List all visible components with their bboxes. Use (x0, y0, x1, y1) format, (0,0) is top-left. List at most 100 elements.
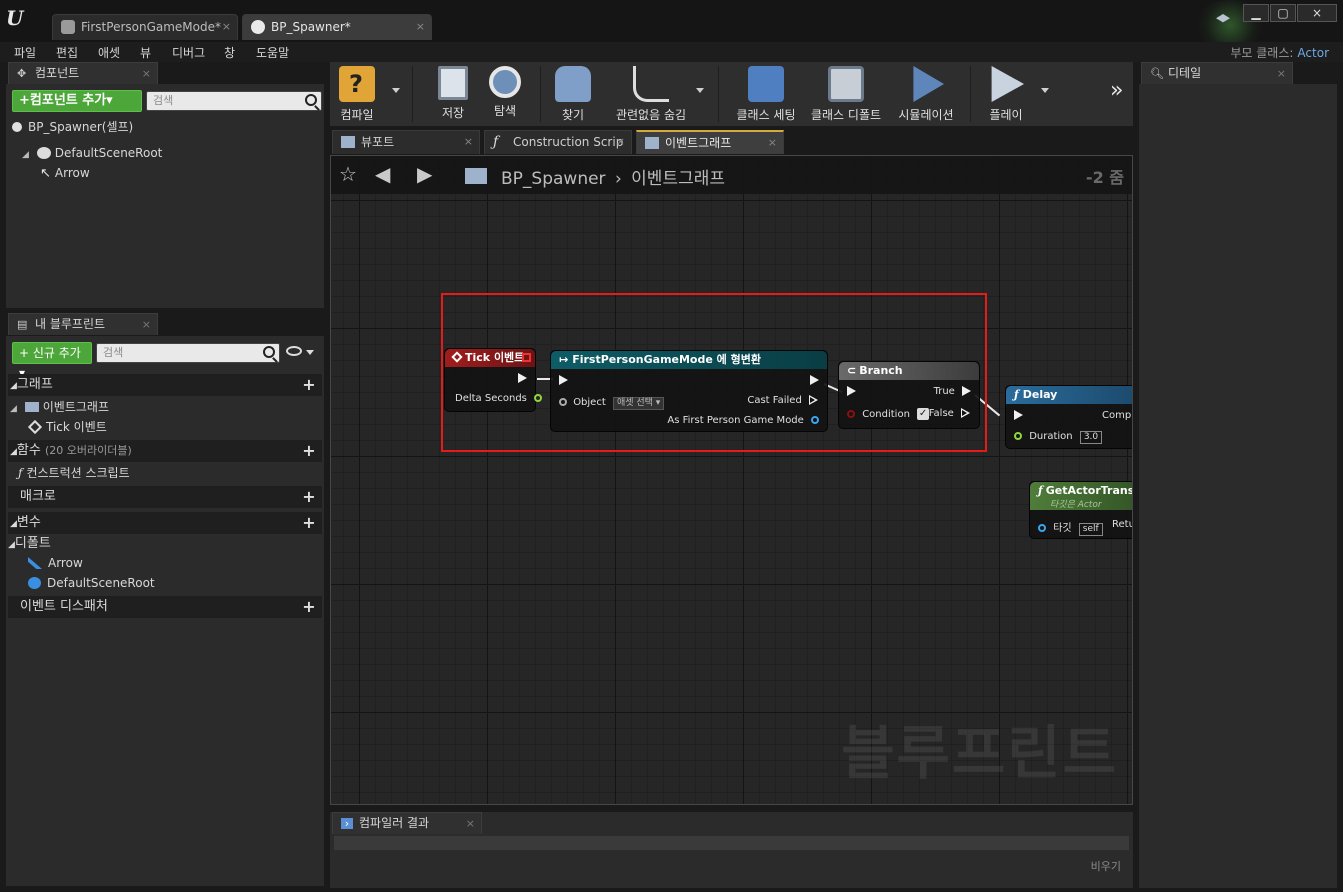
blueprint-search-input[interactable]: 검색 (96, 343, 280, 363)
component-self-item[interactable]: BP_Spawner(셀프) (12, 118, 133, 136)
add-variable-button[interactable]: + (302, 515, 316, 531)
play-options-chevron-icon[interactable] (1041, 88, 1049, 93)
menu-file[interactable]: 파일 (14, 44, 36, 61)
add-event-dispatcher-button[interactable]: + (302, 599, 316, 615)
collapse-arrow-icon: ◢ (10, 447, 17, 457)
variable-category-defaults[interactable]: ◢디폴트 (8, 535, 51, 553)
add-macro-button[interactable]: + (302, 489, 316, 505)
search-placeholder: 검색 (103, 346, 124, 359)
maximize-button[interactable]: ▢ (1270, 4, 1296, 22)
add-function-button[interactable]: + (302, 443, 316, 459)
section-macros[interactable]: 매크로 + (8, 486, 322, 508)
document-tab-bp-spawner[interactable]: BP_Spawner* × (242, 14, 432, 40)
book-icon: ▤ (17, 318, 28, 331)
node-delay[interactable]: ƒDelay Comple Duration 3.0 (1005, 385, 1132, 449)
close-tab-icon[interactable]: × (616, 131, 625, 153)
close-window-button[interactable]: × (1297, 4, 1337, 22)
menu-edit[interactable]: 편집 (56, 44, 78, 61)
close-tab-icon[interactable]: × (142, 63, 151, 84)
function-icon: ƒ (1038, 484, 1043, 497)
menu-window[interactable]: 창 (224, 44, 235, 61)
add-component-button[interactable]: +컴포넌트 추가▾ (12, 90, 142, 112)
tree-label: 컨스트럭션 스크립트 (26, 466, 130, 480)
section-event-dispatchers[interactable]: 이벤트 디스패처 + (8, 596, 322, 618)
compiler-results-tab[interactable]: › 컴파일러 결과 × (332, 812, 482, 834)
hide-unrelated-chevron-icon[interactable] (696, 88, 704, 93)
breadcrumb-root[interactable]: BP_Spawner (501, 169, 606, 189)
blueprint-icon (251, 20, 265, 34)
clear-button[interactable]: 비우기 (1091, 858, 1121, 874)
hide-unrelated-button[interactable]: 관련없음 숨김 (602, 66, 700, 124)
completed-pin[interactable]: Comple (1102, 410, 1132, 421)
scene-component-icon (36, 147, 51, 159)
details-tab[interactable]: 🔍︎ 디테일 × (1141, 62, 1293, 84)
menu-help[interactable]: 도움말 (256, 44, 289, 61)
title-bar: U FirstPersonGameMode* × BP_Spawner* × ▁… (0, 0, 1343, 50)
tab-label: Construction Scrip (513, 135, 624, 149)
section-label: 매크로 (20, 489, 56, 504)
close-tab-icon[interactable]: × (466, 813, 475, 834)
zoom-level: -2 줌 (1085, 168, 1124, 187)
component-tree-item-defaultsceneroot[interactable]: ◢ DefaultSceneRoot (22, 144, 162, 162)
section-variables[interactable]: ◢변수 + (8, 512, 322, 534)
event-graph-canvas[interactable]: ☆ ◀ ▶ BP_Spawner › 이벤트그래프 -2 줌 블루프린트 Tic… (330, 155, 1133, 805)
favorite-star-icon[interactable]: ☆ (339, 164, 357, 184)
close-tab-icon[interactable]: × (768, 132, 777, 154)
function-icon: ƒ (18, 466, 23, 480)
variable-item-arrow[interactable]: Arrow (28, 554, 83, 572)
close-tab-icon[interactable]: × (222, 15, 231, 39)
back-arrow-icon[interactable]: ◀ (375, 164, 390, 184)
compile-options-chevron-icon[interactable] (392, 88, 400, 93)
menu-debug[interactable]: 디버그 (172, 44, 205, 61)
expand-arrow-icon[interactable]: ◢ (22, 150, 29, 160)
section-graphs[interactable]: ◢그래프 + (8, 374, 322, 396)
duration-pin[interactable]: Duration 3.0 (1014, 431, 1103, 444)
target-pin[interactable]: 타깃 self (1038, 519, 1103, 536)
tab-viewport[interactable]: 뷰포트 × (332, 130, 480, 154)
components-tab[interactable]: ✥ 컴포넌트 × (8, 62, 158, 84)
add-graph-button[interactable]: + (302, 377, 316, 393)
compile-button[interactable]: ? 컴파일 (332, 66, 382, 124)
graph-item-event-graph[interactable]: ◢ 이벤트그래프 (10, 398, 109, 416)
forward-arrow-icon[interactable]: ▶ (417, 164, 432, 184)
simulation-button[interactable]: 시뮬레이션 (894, 66, 958, 124)
add-new-button[interactable]: + 신규 추가 ▾ (12, 342, 92, 380)
close-tab-icon[interactable]: × (416, 15, 425, 39)
toolbar-separator (718, 66, 719, 122)
node-get-actor-transform[interactable]: ƒGetActorTransform 타깃은 Actor 타깃 self Ret… (1029, 481, 1132, 539)
play-button[interactable]: 플레이 (980, 66, 1032, 124)
duration-value-input[interactable]: 3.0 (1079, 431, 1103, 444)
find-button[interactable]: 찾기 (548, 66, 598, 124)
menu-asset[interactable]: 애셋 (98, 44, 120, 61)
scene-variable-icon (28, 577, 41, 589)
parent-class-value[interactable]: Actor (1297, 46, 1329, 60)
chevron-down-icon[interactable] (306, 350, 314, 355)
component-tree-item-arrow[interactable]: ↖ Arrow (40, 164, 90, 182)
minimize-button[interactable]: ▁ (1243, 4, 1269, 22)
section-label: 함수 (16, 443, 41, 458)
toolbar-overflow-icon[interactable]: » (1110, 78, 1123, 103)
save-button[interactable]: 저장 (426, 66, 480, 124)
class-settings-button[interactable]: 클래스 세팅 (730, 66, 802, 124)
tab-event-graph[interactable]: 이벤트그래프 × (636, 130, 784, 154)
class-settings-icon (748, 66, 784, 102)
components-search-input[interactable]: 검색 (146, 91, 322, 111)
view-options-eye-icon[interactable] (286, 346, 302, 356)
menu-view[interactable]: 뷰 (140, 44, 151, 61)
exec-in-pin[interactable] (1014, 410, 1023, 421)
function-item-construction-script[interactable]: ƒ 컨스트럭션 스크립트 (18, 464, 130, 482)
details-magnifier-icon: 🔍︎ (1150, 67, 1164, 80)
document-tab-firstpersongamemode[interactable]: FirstPersonGameMode* × (52, 14, 238, 40)
graph-item-tick-event[interactable]: Tick 이벤트 (27, 418, 107, 436)
tab-construction-script[interactable]: ƒ Construction Scrip × (484, 130, 632, 154)
return-value-pin[interactable]: Retu (1112, 519, 1132, 530)
class-defaults-button[interactable]: 클래스 디폴트 (808, 66, 884, 124)
expand-arrow-icon: ◢ (10, 404, 17, 414)
close-tab-icon[interactable]: × (464, 131, 473, 153)
variable-item-defaultsceneroot[interactable]: DefaultSceneRoot (28, 574, 155, 592)
section-functions[interactable]: ◢함수 (20 오버라이더블) + (8, 440, 322, 462)
close-tab-icon[interactable]: × (1277, 63, 1286, 84)
close-tab-icon[interactable]: × (142, 314, 151, 335)
my-blueprint-tab[interactable]: ▤ 내 블루프린트 × (8, 313, 158, 335)
browse-button[interactable]: 탐색 (478, 66, 532, 124)
